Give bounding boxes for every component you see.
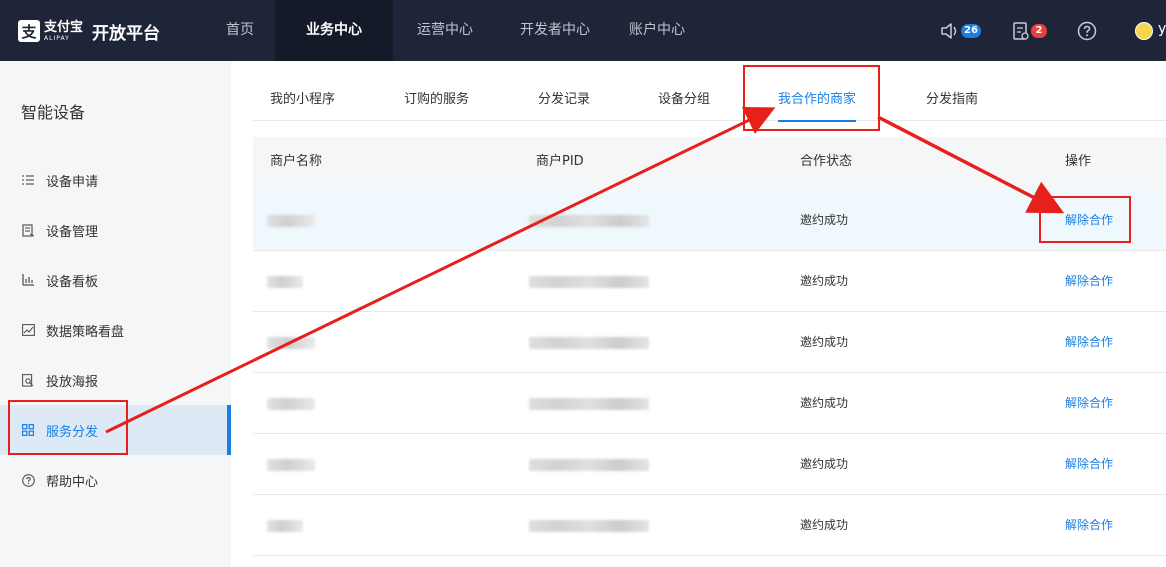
line-chart-icon bbox=[21, 323, 35, 337]
nav-account-center[interactable]: 账户中心 bbox=[613, 0, 701, 61]
tab-distribution-guide[interactable]: 分发指南 bbox=[926, 61, 978, 121]
speaker-icon bbox=[941, 23, 957, 39]
grid-icon bbox=[21, 423, 35, 437]
column-cooperation-status: 合作状态 bbox=[800, 154, 853, 169]
bar-chart-icon bbox=[21, 273, 35, 287]
merchant-name-redacted bbox=[267, 337, 315, 349]
merchants-table: 商户名称 商户PID 合作状态 操作 邀约成功 解除合作 邀约成功 解除合作 邀… bbox=[253, 137, 1166, 556]
question-circle-icon bbox=[21, 473, 35, 487]
nav-business-center[interactable]: 业务中心 bbox=[275, 0, 393, 61]
main-nav: 首页 业务中心 运营中心 开发者中心 账户中心 bbox=[205, 0, 701, 61]
column-actions: 操作 bbox=[1065, 154, 1092, 169]
user-avatar[interactable] bbox=[1135, 22, 1153, 40]
message-list-icon bbox=[1013, 22, 1029, 40]
sidebar-item-label: 设备申请 bbox=[46, 174, 99, 190]
merchant-name-redacted bbox=[267, 398, 315, 410]
sidebar-item-label: 数据策略看盘 bbox=[46, 324, 125, 340]
tab-device-groups[interactable]: 设备分组 bbox=[658, 61, 710, 121]
merchant-pid-redacted bbox=[529, 520, 649, 532]
notifications-button[interactable]: 26 bbox=[940, 19, 981, 43]
end-cooperation-link[interactable]: 解除合作 bbox=[1065, 434, 1113, 495]
cooperation-status: 邀约成功 bbox=[800, 213, 849, 227]
merchant-name-redacted bbox=[267, 459, 315, 471]
tab-cooperating-merchants[interactable]: 我合作的商家 bbox=[778, 61, 857, 122]
table-header: 商户名称 商户PID 合作状态 操作 bbox=[253, 137, 1166, 190]
user-name-initial[interactable]: y bbox=[1158, 21, 1166, 37]
notifications-badge: 26 bbox=[961, 24, 981, 38]
logo-text-en: ALIPAY bbox=[44, 34, 70, 42]
alipay-logo[interactable]: 支 支付宝 ALIPAY bbox=[18, 16, 83, 46]
merchant-pid-redacted bbox=[529, 276, 649, 288]
question-circle-icon bbox=[1077, 21, 1097, 41]
tab-distribution-records[interactable]: 分发记录 bbox=[538, 61, 590, 121]
sidebar-item-device-manage[interactable]: 设备管理 bbox=[0, 205, 231, 255]
sidebar-title: 智能设备 bbox=[21, 103, 86, 122]
main-content: 我的小程序 订购的服务 分发记录 设备分组 我合作的商家 分发指南 商户名称 商… bbox=[231, 61, 1166, 567]
cooperation-status: 邀约成功 bbox=[800, 396, 849, 410]
device-doc-icon bbox=[21, 223, 35, 237]
table-row: 邀约成功 解除合作 bbox=[253, 251, 1166, 312]
top-navigation-bar: 支 支付宝 ALIPAY 开放平台 首页 业务中心 运营中心 开发者中心 账户中… bbox=[0, 0, 1166, 61]
sidebar-item-help-center[interactable]: 帮助中心 bbox=[0, 455, 231, 505]
nav-operations-center[interactable]: 运营中心 bbox=[393, 0, 497, 61]
nav-developer-center[interactable]: 开发者中心 bbox=[497, 0, 613, 61]
table-row: 邀约成功 解除合作 bbox=[253, 312, 1166, 373]
end-cooperation-link[interactable]: 解除合作 bbox=[1065, 495, 1113, 556]
sidebar: 智能设备 设备申请 设备管理 设备看板 数据策略看盘 投放海报 服务分发 帮助中… bbox=[0, 61, 231, 567]
tab-my-mini-programs[interactable]: 我的小程序 bbox=[270, 61, 335, 121]
sidebar-item-label: 投放海报 bbox=[46, 374, 99, 390]
merchant-name-redacted bbox=[267, 215, 315, 227]
end-cooperation-link[interactable]: 解除合作 bbox=[1065, 190, 1113, 251]
table-row: 邀约成功 解除合作 bbox=[253, 190, 1166, 251]
sidebar-item-poster[interactable]: 投放海报 bbox=[0, 355, 231, 405]
merchant-pid-redacted bbox=[529, 459, 649, 471]
table-row: 邀约成功 解除合作 bbox=[253, 434, 1166, 495]
messages-badge: 2 bbox=[1031, 24, 1047, 38]
end-cooperation-link[interactable]: 解除合作 bbox=[1065, 251, 1113, 312]
platform-title: 开放平台 bbox=[92, 24, 160, 44]
end-cooperation-link[interactable]: 解除合作 bbox=[1065, 312, 1113, 373]
table-row: 邀约成功 解除合作 bbox=[253, 495, 1166, 556]
sidebar-item-label: 帮助中心 bbox=[46, 474, 99, 490]
messages-button[interactable]: 2 bbox=[1012, 19, 1047, 43]
merchant-name-redacted bbox=[267, 276, 303, 288]
tab-bar: 我的小程序 订购的服务 分发记录 设备分组 我合作的商家 分发指南 bbox=[253, 61, 1166, 122]
list-icon bbox=[21, 173, 35, 187]
sidebar-item-label: 服务分发 bbox=[46, 424, 99, 440]
nav-home[interactable]: 首页 bbox=[205, 0, 275, 61]
merchant-name-redacted bbox=[267, 520, 303, 532]
end-cooperation-link[interactable]: 解除合作 bbox=[1065, 373, 1113, 434]
sidebar-item-service-distribution[interactable]: 服务分发 bbox=[0, 405, 231, 455]
column-merchant-pid: 商户PID bbox=[536, 154, 584, 169]
sidebar-item-device-dashboard[interactable]: 设备看板 bbox=[0, 255, 231, 305]
tab-subscribed-services[interactable]: 订购的服务 bbox=[404, 61, 469, 121]
merchant-pid-redacted bbox=[529, 215, 649, 227]
cooperation-status: 邀约成功 bbox=[800, 335, 849, 349]
sidebar-item-device-apply[interactable]: 设备申请 bbox=[0, 155, 231, 205]
cooperation-status: 邀约成功 bbox=[800, 518, 849, 532]
column-merchant-name: 商户名称 bbox=[270, 154, 323, 169]
cooperation-status: 邀约成功 bbox=[800, 457, 849, 471]
poster-search-icon bbox=[21, 373, 35, 387]
merchant-pid-redacted bbox=[529, 398, 649, 410]
merchant-pid-redacted bbox=[529, 337, 649, 349]
cooperation-status: 邀约成功 bbox=[800, 274, 849, 288]
alipay-logo-icon: 支 bbox=[18, 20, 40, 42]
sidebar-item-data-strategy[interactable]: 数据策略看盘 bbox=[0, 305, 231, 355]
sidebar-item-label: 设备看板 bbox=[46, 274, 99, 290]
logo-text-cn: 支付宝 bbox=[44, 19, 84, 35]
help-button[interactable] bbox=[1077, 19, 1097, 43]
sidebar-item-label: 设备管理 bbox=[46, 224, 99, 240]
table-row: 邀约成功 解除合作 bbox=[253, 373, 1166, 434]
